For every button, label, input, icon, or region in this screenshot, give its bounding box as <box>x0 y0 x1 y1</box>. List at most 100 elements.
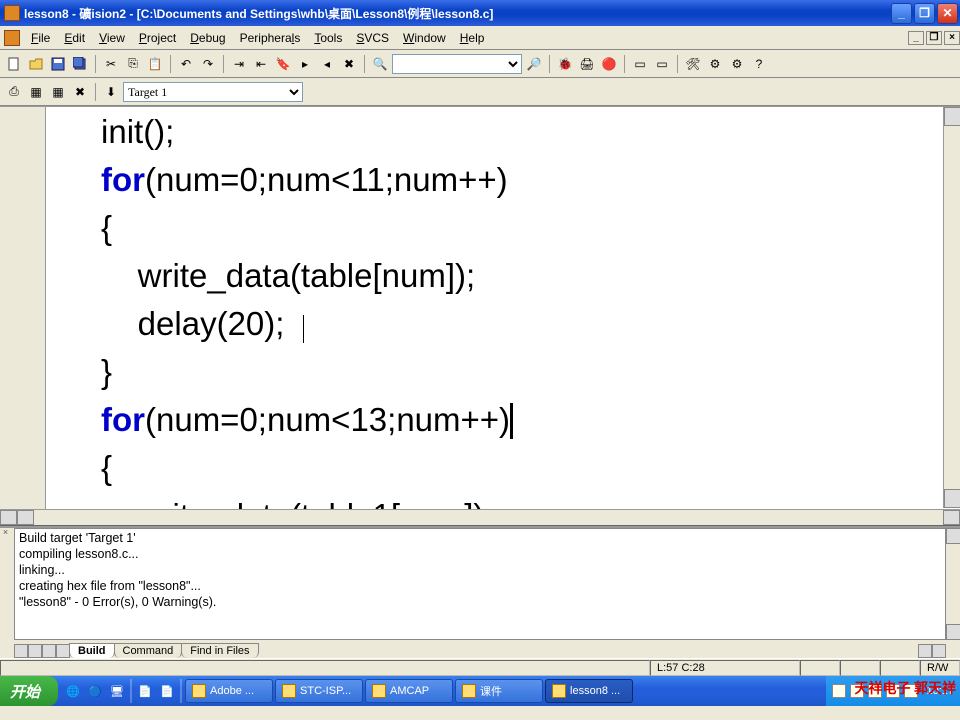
editor-gutter <box>0 107 46 525</box>
output-scrollbar-v[interactable] <box>946 528 960 640</box>
status-cursor-pos: L:57 C:28 <box>650 660 800 676</box>
copy-button[interactable]: ⎘ <box>123 54 143 74</box>
bookmark-prev-button[interactable]: ◂ <box>317 54 337 74</box>
menu-edit[interactable]: Edit <box>57 28 92 48</box>
indent-button[interactable]: ⇥ <box>229 54 249 74</box>
task-keil[interactable]: lesson8 ... <box>545 679 633 703</box>
task-amcap[interactable]: AMCAP <box>365 679 453 703</box>
minimize-button[interactable]: _ <box>891 3 912 24</box>
menu-help[interactable]: Help <box>453 28 492 48</box>
find-button[interactable]: 🔎 <box>524 54 544 74</box>
mdi-icon <box>4 30 20 46</box>
build-toolbar: ⎙ ▦ ▦ ✖ ⬇ Target 1 <box>0 78 960 106</box>
bookmark-clear-button[interactable]: ✖ <box>339 54 359 74</box>
menu-view[interactable]: View <box>92 28 132 48</box>
task-label: STC-ISP... <box>300 685 351 697</box>
stop-build-button[interactable]: ✖ <box>70 82 90 102</box>
pdf-icon <box>192 684 206 698</box>
target-select[interactable]: Target 1 <box>123 82 303 102</box>
tab-nav-next-icon[interactable] <box>42 644 56 658</box>
output-tab-bar: Build Command Find in Files <box>14 641 946 658</box>
quicklaunch-app-icon[interactable]: 📄 <box>135 681 155 701</box>
output-scroll-right-icon[interactable] <box>932 644 946 658</box>
mdi-minimize-button[interactable]: _ <box>908 31 924 45</box>
quicklaunch-media-icon[interactable]: 🔵 <box>85 681 105 701</box>
tab-nav-prev-icon[interactable] <box>28 644 42 658</box>
editor-scrollbar-v[interactable] <box>943 107 960 508</box>
redo-button[interactable]: ↷ <box>198 54 218 74</box>
editor-scrollbar-h[interactable] <box>0 509 960 525</box>
output-close-button[interactable]: × <box>0 528 11 539</box>
menu-tools[interactable]: Tools <box>307 28 349 48</box>
download-button[interactable]: ⬇ <box>101 82 121 102</box>
outdent-button[interactable]: ⇤ <box>251 54 271 74</box>
code-editor[interactable]: init(); for(num=0;num<11;num++) { write_… <box>0 106 960 526</box>
output-panel: × Build target 'Target 1' compiling less… <box>0 526 960 658</box>
start-button[interactable]: 开始 <box>0 676 58 706</box>
search-combo[interactable] <box>392 54 522 74</box>
scroll-left-icon[interactable] <box>17 510 34 525</box>
menu-svcs[interactable]: SVCS <box>349 28 396 48</box>
about-button[interactable]: ? <box>749 54 769 74</box>
output-window-button[interactable]: ▭ <box>652 54 672 74</box>
scroll-left-icon[interactable] <box>0 510 17 525</box>
bookmark-next-button[interactable]: ▸ <box>295 54 315 74</box>
tray-icon[interactable] <box>832 684 846 698</box>
save-button[interactable] <box>48 54 68 74</box>
paste-button[interactable]: 📋 <box>145 54 165 74</box>
keyword-for: for <box>46 401 145 438</box>
task-label: Adobe ... <box>210 685 254 697</box>
mdi-restore-button[interactable]: ❐ <box>926 31 942 45</box>
toolbox-button[interactable]: 🛠 <box>683 54 703 74</box>
status-num <box>840 660 880 676</box>
find-in-files-button[interactable]: 🔍 <box>370 54 390 74</box>
print-button[interactable]: 🖨 <box>577 54 597 74</box>
output-text[interactable]: Build target 'Target 1' compiling lesson… <box>14 528 946 640</box>
project-window-button[interactable]: ▭ <box>630 54 650 74</box>
code-area[interactable]: init(); for(num=0;num<11;num++) { write_… <box>46 107 960 525</box>
menu-window[interactable]: Window <box>396 28 453 48</box>
code-line: { <box>46 449 112 486</box>
quicklaunch-desktop-icon[interactable]: 🖥 <box>107 681 127 701</box>
task-folder[interactable]: 课件 <box>455 679 543 703</box>
menu-peripherals[interactable]: Peripherals <box>233 28 308 48</box>
code-line: (num=0;num<11;num++) <box>145 161 508 198</box>
menu-project[interactable]: Project <box>132 28 183 48</box>
output-line: "lesson8" - 0 Error(s), 0 Warning(s). <box>19 595 216 609</box>
debug-session-button[interactable]: 🐞 <box>555 54 575 74</box>
bookmark-toggle-button[interactable]: 🔖 <box>273 54 293 74</box>
save-all-button[interactable] <box>70 54 90 74</box>
main-toolbar: ✂ ⎘ 📋 ↶ ↷ ⇥ ⇤ 🔖 ▸ ◂ ✖ 🔍 🔎 🐞 🖨 🔴 ▭ ▭ 🛠 ⚙ … <box>0 50 960 78</box>
code-line: } <box>46 353 112 390</box>
translate-button[interactable]: ⎙ <box>4 82 24 102</box>
quicklaunch-app-icon[interactable]: 📄 <box>157 681 177 701</box>
text-caret-icon <box>303 315 304 343</box>
scroll-right-icon[interactable] <box>943 510 960 525</box>
tab-nav-first-icon[interactable] <box>14 644 28 658</box>
rebuild-button[interactable]: ▦ <box>48 82 68 102</box>
menu-debug[interactable]: Debug <box>183 28 232 48</box>
app-icon <box>4 5 20 21</box>
configure-button[interactable]: ⚙ <box>727 54 747 74</box>
new-file-button[interactable] <box>4 54 24 74</box>
task-stc-isp[interactable]: STC-ISP... <box>275 679 363 703</box>
tab-build[interactable]: Build <box>69 643 115 658</box>
tab-command[interactable]: Command <box>114 643 183 658</box>
tab-nav-last-icon[interactable] <box>56 644 70 658</box>
undo-button[interactable]: ↶ <box>176 54 196 74</box>
quicklaunch-ie-icon[interactable]: 🌐 <box>63 681 83 701</box>
folder-icon <box>462 684 476 698</box>
maximize-button[interactable]: ❐ <box>914 3 935 24</box>
task-adobe[interactable]: Adobe ... <box>185 679 273 703</box>
build-button[interactable]: ▦ <box>26 82 46 102</box>
close-button[interactable]: ✕ <box>937 3 958 24</box>
open-file-button[interactable] <box>26 54 46 74</box>
breakpoint-button[interactable]: 🔴 <box>599 54 619 74</box>
tab-find-in-files[interactable]: Find in Files <box>181 643 258 658</box>
cut-button[interactable]: ✂ <box>101 54 121 74</box>
keil-icon <box>552 684 566 698</box>
menu-file[interactable]: File <box>24 28 57 48</box>
output-scroll-left-icon[interactable] <box>918 644 932 658</box>
mdi-close-button[interactable]: × <box>944 31 960 45</box>
options-button[interactable]: ⚙ <box>705 54 725 74</box>
